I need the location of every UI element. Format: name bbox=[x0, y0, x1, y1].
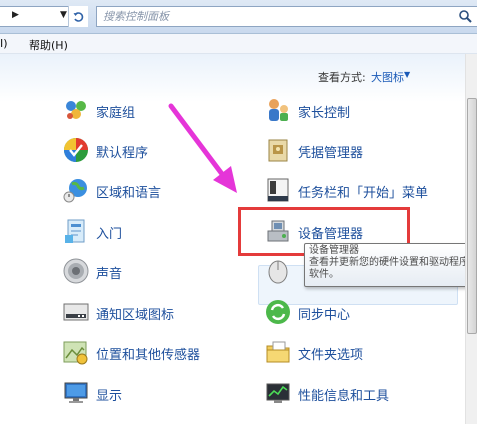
menu-tools-fragment[interactable]: I) bbox=[0, 37, 8, 50]
item-taskbar-start-menu[interactable]: 任务栏和「开始」菜单 bbox=[264, 176, 464, 206]
homegroup-icon bbox=[66, 101, 86, 119]
view-by-label: 查看方式: bbox=[318, 71, 366, 84]
item-folder-options[interactable]: 文件夹选项 bbox=[264, 338, 444, 368]
address-dropdown-icon[interactable]: ▼ bbox=[60, 10, 67, 20]
vertical-scrollbar[interactable] bbox=[465, 54, 477, 424]
location-sensors-icon bbox=[63, 341, 88, 365]
refresh-button[interactable] bbox=[68, 6, 88, 27]
performance-tools-icon bbox=[266, 383, 290, 403]
mouse-icon bbox=[268, 260, 288, 284]
sync-center-icon bbox=[266, 300, 290, 324]
display-icon bbox=[64, 382, 88, 403]
view-by-value[interactable]: 大图标 bbox=[371, 69, 404, 85]
taskbar-start-menu-icon bbox=[267, 178, 289, 202]
item-credential-manager[interactable]: 凭据管理器 bbox=[264, 136, 444, 166]
item-label: 家长控制 bbox=[298, 106, 351, 121]
region-language-icon bbox=[63, 179, 87, 203]
item-label: 显示 bbox=[96, 389, 123, 404]
scrollbar-thumb[interactable] bbox=[467, 98, 477, 334]
item-label: 任务栏和「开始」菜单 bbox=[298, 186, 429, 201]
item-label: 家庭组 bbox=[96, 106, 136, 121]
item-label: 声音 bbox=[96, 267, 123, 282]
item-label: 性能信息和工具 bbox=[298, 389, 390, 404]
item-label: 入门 bbox=[96, 227, 123, 242]
refresh-icon bbox=[73, 11, 83, 22]
tooltip-title: 设备管理器 bbox=[309, 245, 359, 256]
credential-manager-icon bbox=[268, 139, 288, 162]
folder-options-icon bbox=[266, 341, 290, 363]
notification-area-icon bbox=[63, 303, 89, 321]
search-input[interactable] bbox=[103, 9, 433, 24]
item-parental-controls[interactable]: 家长控制 bbox=[264, 96, 444, 126]
item-label: 文件夹选项 bbox=[298, 348, 364, 363]
item-performance-tools[interactable]: 性能信息和工具 bbox=[264, 379, 444, 409]
menu-help[interactable]: 帮助(H) bbox=[29, 37, 68, 53]
getting-started-icon bbox=[65, 219, 85, 243]
item-label: 位置和其他传感器 bbox=[96, 348, 201, 363]
item-display[interactable]: 显示 bbox=[62, 379, 222, 409]
search-box[interactable] bbox=[96, 6, 477, 27]
address-bar: ▶ ▼ bbox=[0, 0, 477, 34]
menu-bar: I) 帮助(H) bbox=[0, 34, 477, 54]
default-programs-icon bbox=[64, 138, 88, 162]
item-sound[interactable]: 声音 bbox=[62, 257, 222, 287]
item-sync-center[interactable]: 同步中心 bbox=[264, 298, 444, 328]
breadcrumb-arrow-icon[interactable]: ▶ bbox=[12, 10, 19, 20]
parental-controls-icon bbox=[269, 99, 288, 121]
item-label: 区域和语言 bbox=[96, 186, 162, 201]
annotation-arrow-icon bbox=[168, 103, 237, 193]
control-panel-content: 查看方式: 大图标 ▼ 家庭组 默认程序 区域和语言 入门 声音 通知区域图标 … bbox=[0, 54, 474, 424]
view-by-dropdown-icon[interactable]: ▼ bbox=[404, 70, 410, 79]
item-label: 默认程序 bbox=[96, 146, 149, 161]
search-icon[interactable] bbox=[457, 8, 473, 24]
item-label: 同步中心 bbox=[298, 308, 351, 323]
item-mouse[interactable] bbox=[264, 257, 304, 287]
item-label: 凭据管理器 bbox=[298, 146, 364, 161]
device-manager-tooltip: 设备管理器 查看并更新您的硬件设置和驱动程序软件。 bbox=[304, 243, 474, 287]
item-getting-started[interactable]: 入门 bbox=[62, 217, 222, 247]
tooltip-description: 查看并更新您的硬件设置和驱动程序软件。 bbox=[309, 257, 469, 280]
sound-icon bbox=[63, 258, 89, 284]
item-location-sensors[interactable]: 位置和其他传感器 bbox=[62, 338, 232, 368]
item-label: 通知区域图标 bbox=[96, 308, 175, 323]
item-notification-area[interactable]: 通知区域图标 bbox=[62, 298, 222, 328]
